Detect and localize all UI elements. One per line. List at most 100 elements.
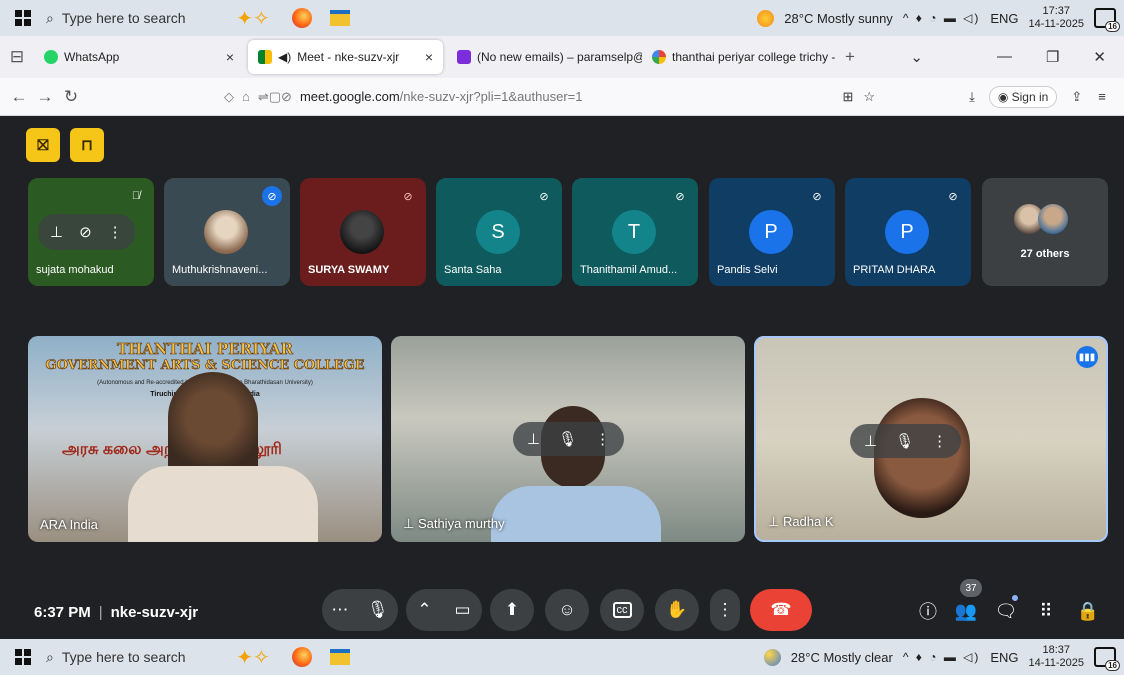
notification-center-icon[interactable]: 16: [1094, 647, 1120, 671]
reactions-button[interactable]: ☺: [545, 589, 589, 631]
system-tray-icons[interactable]: ^ ♦ ◔ ▬ ◁): [903, 11, 981, 25]
system-tray-icons[interactable]: ^ ♦ ◔ ▬ ◁): [903, 650, 981, 664]
speaker-shirt: [128, 466, 318, 542]
forward-arrow-icon[interactable]: →: [32, 87, 58, 107]
permissions-icon[interactable]: ⇌▢⊘: [258, 89, 292, 105]
unpin-icon[interactable]: ⊥: [864, 432, 877, 450]
present-screen-button[interactable]: ⬆: [490, 589, 534, 631]
leave-call-button[interactable]: ☎: [750, 589, 812, 631]
lock-icon[interactable]: ⌂: [242, 89, 250, 104]
video-tile-ara-india[interactable]: THANTHAI PERIYAR GOVERNMENT ARTS & SCIEN…: [28, 336, 382, 542]
search-icon: ⌕: [46, 648, 54, 665]
firefox-taskbar-icon[interactable]: [283, 3, 321, 33]
tab-meet[interactable]: ◀) Meet - nke-suzv-xjr ×: [248, 40, 443, 74]
pin-icon[interactable]: ⊥: [50, 223, 63, 241]
chevron-up-icon[interactable]: ⌃: [417, 600, 431, 620]
unpin-icon[interactable]: ⊥: [527, 430, 540, 448]
language-indicator[interactable]: ENG: [990, 650, 1018, 665]
participant-tile-santa[interactable]: ⊘ S Santa Saha: [436, 178, 562, 286]
close-window-icon[interactable]: ✕: [1093, 48, 1106, 66]
weather-text[interactable]: 28°C Mostly sunny: [784, 11, 893, 26]
more-options-button[interactable]: ⋮: [710, 589, 740, 631]
weather-moon-icon: [763, 648, 781, 666]
share-icon[interactable]: ⇪: [1071, 89, 1082, 105]
firefox-taskbar-icon[interactable]: [283, 642, 321, 672]
close-tab-icon[interactable]: ×: [425, 49, 433, 65]
list-all-tabs-icon[interactable]: ⌄: [910, 48, 923, 66]
windows-start-button[interactable]: [0, 10, 46, 26]
more-options-icon[interactable]: ⋮: [595, 430, 610, 448]
participant-name: sujata mohakud: [36, 264, 114, 276]
mic-control-group[interactable]: ⋯ 🎙: [322, 589, 398, 631]
url-bar[interactable]: ◇ ⌂ ⇌▢⊘ meet.google.com/nke-suzv-xjr?pli…: [224, 89, 583, 105]
file-explorer-taskbar-icon[interactable]: [321, 642, 359, 672]
sign-in-button[interactable]: ◉ Sign in: [988, 85, 1058, 108]
people-icon[interactable]: 👥: [950, 595, 982, 627]
notification-center-icon[interactable]: 16: [1094, 8, 1120, 32]
copilot-sparkle-icon[interactable]: ✦✧: [223, 6, 283, 31]
clock-time: 17:37: [1042, 5, 1071, 17]
taskbar-clock[interactable]: 17:37 14-11-2025: [1029, 5, 1084, 31]
app-menu-icon[interactable]: ≡: [1098, 89, 1106, 104]
downloads-icon[interactable]: ⤓: [969, 89, 975, 105]
pin-layout-button[interactable]: ⊓: [70, 128, 104, 162]
more-options-icon[interactable]: ⋮: [932, 432, 947, 450]
new-tab-button[interactable]: +: [837, 47, 863, 67]
raise-hand-button[interactable]: ✋: [655, 589, 699, 631]
participant-tile-thanithamil[interactable]: ⊘ T Thanithamil Amud...: [572, 178, 698, 286]
captions-button[interactable]: cc: [600, 589, 644, 631]
reload-icon[interactable]: ↻: [58, 87, 84, 107]
video-tile-sathiya[interactable]: ⊥ 🎙 ⋮ ⊥ Sathiya murthy: [391, 336, 745, 542]
shield-icon[interactable]: ◇: [224, 89, 234, 105]
camera-control-group[interactable]: ⌃ ▭: [406, 589, 482, 631]
meeting-info: 6:37 PM | nke-suzv-xjr: [34, 604, 199, 621]
meeting-details-info-icon[interactable]: ⓘ: [912, 595, 944, 627]
mic-icon[interactable]: 🎙: [367, 600, 389, 620]
bookmark-star-icon[interactable]: ☆: [863, 89, 875, 105]
tab-email[interactable]: (No new emails) – paramselp@ ×: [447, 40, 642, 74]
notification-count: 16: [1105, 21, 1120, 32]
banner-line-2: GOVERNMENT ARTS & SCIENCE COLLEGE: [45, 358, 365, 374]
video-tile-radha[interactable]: ▮▮▮ ⊥ 🎙 ⋮ ⊥ Radha K: [754, 336, 1108, 542]
avatar: P: [749, 210, 793, 254]
taskbar-search-box[interactable]: ⌕ Type here to search: [46, 644, 211, 670]
tab-whatsapp[interactable]: WhatsApp ×: [34, 40, 244, 74]
participant-tile-others[interactable]: 27 others: [982, 178, 1108, 286]
participant-tile-muthukrishnaveni[interactable]: ⊘ Muthukrishnaveni...: [164, 178, 290, 286]
layout-toggle-button[interactable]: ⛝: [26, 128, 60, 162]
weather-text[interactable]: 28°C Mostly clear: [791, 650, 893, 665]
camera-icon[interactable]: ▭: [455, 600, 471, 620]
tab-google-search[interactable]: thanthai periyar college trichy - ×: [642, 40, 837, 74]
taskbar-clock[interactable]: 18:37 14-11-2025: [1029, 644, 1084, 670]
close-tab-icon[interactable]: ×: [226, 49, 234, 65]
mic-icon[interactable]: 🎙: [558, 430, 577, 448]
file-explorer-taskbar-icon[interactable]: [321, 3, 359, 33]
minimize-window-icon[interactable]: —: [997, 48, 1012, 66]
captions-icon: cc: [612, 602, 632, 618]
activities-grid-icon[interactable]: ⠿: [1030, 595, 1062, 627]
participant-tile-pandis[interactable]: ⊘ P Pandis Selvi: [709, 178, 835, 286]
mic-off-icon: ⊘: [539, 190, 549, 203]
participant-tile-surya[interactable]: ⊘ SURYA SWAMY: [300, 178, 426, 286]
reader-view-icon[interactable]: ⊞: [843, 89, 854, 105]
restore-window-icon[interactable]: ❐: [1046, 48, 1059, 66]
mic-icon[interactable]: 🎙: [895, 432, 914, 450]
mute-participant-icon[interactable]: ⊘: [79, 223, 92, 241]
participant-name: PRITAM DHARA: [853, 264, 936, 276]
windows-start-button[interactable]: [0, 649, 46, 665]
more-options-icon[interactable]: ⋮: [108, 223, 123, 241]
participant-tile-sujata[interactable]: 🎙̸ ⊥ ⊘ ⋮ sujata mohakud: [28, 178, 154, 286]
language-indicator[interactable]: ENG: [990, 11, 1018, 26]
avatar: [204, 210, 248, 254]
search-icon: ⌕: [46, 9, 54, 26]
audio-options-icon[interactable]: ⋯: [331, 600, 348, 620]
meet-control-bar: 6:37 PM | nke-suzv-xjr ⋯ 🎙 ⌃ ▭ ⬆ ☺ cc ✋ ⋮ ☎ …: [0, 579, 1124, 639]
host-controls-lock-icon[interactable]: 🔒: [1072, 595, 1104, 627]
back-arrow-icon[interactable]: ←: [6, 87, 32, 107]
copilot-sparkle-icon[interactable]: ✦✧: [223, 645, 283, 670]
participant-name-row: ⊥ Radha K: [768, 514, 834, 530]
mic-off-icon: 🎙̸: [131, 190, 141, 202]
tab-list-icon[interactable]: ⊟: [0, 47, 34, 67]
taskbar-search-box[interactable]: ⌕ Type here to search: [46, 5, 211, 31]
participant-tile-pritam[interactable]: ⊘ P PRITAM DHARA: [845, 178, 971, 286]
